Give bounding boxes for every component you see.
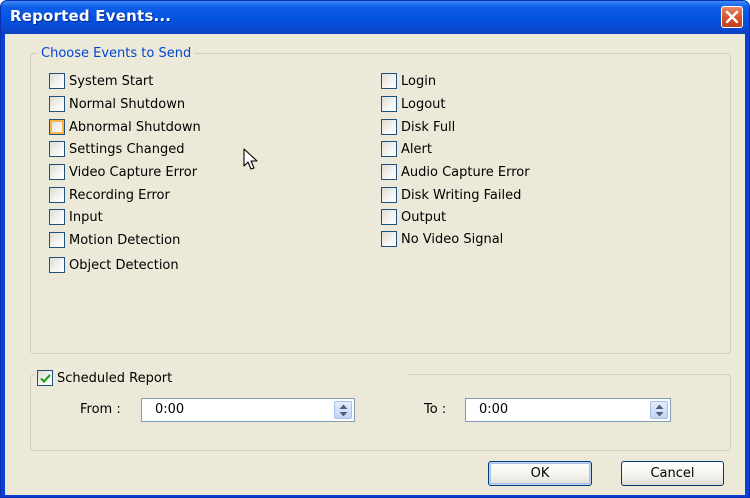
checkbox-box[interactable] [381,96,397,112]
checkbox-box[interactable] [381,187,397,203]
checkbox-login[interactable]: Login [381,72,436,90]
events-group-legend: Choose Events to Send [38,46,195,61]
checkbox-label: Recording Error [69,187,170,203]
checkbox-box-checked[interactable] [37,370,53,386]
to-label: To : [424,402,447,417]
checkbox-video-capture-error[interactable]: Video Capture Error [49,163,197,181]
checkbox-label: Output [401,209,447,225]
checkbox-object-detection[interactable]: Object Detection [49,256,179,274]
checkbox-logout[interactable]: Logout [381,95,446,113]
checkbox-label: No Video Signal [401,231,504,247]
checkbox-abnormal-shutdown[interactable]: Abnormal Shutdown [49,118,201,136]
checkbox-disk-full[interactable]: Disk Full [381,118,455,136]
checkmark-icon [40,374,51,384]
checkbox-box[interactable] [49,164,65,180]
checkbox-alert[interactable]: Alert [381,140,432,158]
to-time-spinner[interactable]: 0:00 [465,398,671,422]
checkbox-box[interactable] [381,141,397,157]
from-time-value: 0:00 [155,402,185,417]
checkbox-label: Settings Changed [69,141,185,157]
checkbox-box[interactable] [49,257,65,273]
checkbox-label: Disk Full [401,119,456,135]
checkbox-box[interactable] [49,119,65,135]
checkbox-label: Input [69,209,103,225]
checkbox-label: Logout [401,96,446,112]
from-label: From : [80,402,121,417]
updown-arrows-icon [655,404,664,417]
to-spin-buttons[interactable] [650,401,668,419]
checkbox-label: Normal Shutdown [69,96,186,112]
checkbox-normal-shutdown[interactable]: Normal Shutdown [49,95,185,113]
checkbox-label: Login [401,73,437,89]
checkbox-label: Object Detection [69,257,179,273]
checkbox-scheduled-report[interactable]: Scheduled Report [37,369,172,387]
checkbox-settings-changed[interactable]: Settings Changed [49,140,184,158]
checkbox-box[interactable] [49,141,65,157]
checkbox-label: Alert [401,141,432,157]
checkbox-recording-error[interactable]: Recording Error [49,186,170,204]
checkbox-label: Motion Detection [69,232,181,248]
checkbox-box[interactable] [49,232,65,248]
checkbox-box[interactable] [49,209,65,225]
from-time-spinner[interactable]: 0:00 [141,398,355,422]
checkbox-box[interactable] [381,164,397,180]
checkbox-label: Abnormal Shutdown [69,119,201,135]
checkbox-motion-detection[interactable]: Motion Detection [49,231,180,249]
checkbox-input[interactable]: Input [49,208,103,226]
dialog-client-area: Choose Events to Send System Start Norma… [5,34,745,495]
checkbox-box[interactable] [381,119,397,135]
checkbox-box[interactable] [381,209,397,225]
checkbox-disk-writing-failed[interactable]: Disk Writing Failed [381,186,521,204]
checkbox-output[interactable]: Output [381,208,446,226]
checkbox-label: Disk Writing Failed [401,187,522,203]
checkbox-system-start[interactable]: System Start [49,72,153,90]
cancel-button[interactable]: Cancel [621,461,724,486]
title-bar[interactable]: Reported Events... [1,1,749,34]
checkbox-box[interactable] [381,231,397,247]
checkbox-label: Scheduled Report [57,370,173,386]
checkbox-label: Video Capture Error [69,164,198,180]
checkbox-audio-capture-error[interactable]: Audio Capture Error [381,163,530,181]
from-spin-buttons[interactable] [334,401,352,419]
checkbox-box[interactable] [49,187,65,203]
mouse-cursor-icon [243,148,259,176]
checkbox-box[interactable] [49,73,65,89]
ok-button[interactable]: OK [488,461,592,486]
updown-arrows-icon [339,404,348,417]
close-button[interactable] [721,6,743,28]
to-time-value: 0:00 [479,402,509,417]
checkbox-label: System Start [69,73,154,89]
checkbox-box[interactable] [381,73,397,89]
checkbox-box[interactable] [49,96,65,112]
dialog-window: Reported Events... Choose Events to Send… [0,0,750,498]
window-title: Reported Events... [10,7,172,25]
checkbox-label: Audio Capture Error [401,164,530,180]
checkbox-no-video-signal[interactable]: No Video Signal [381,230,503,248]
